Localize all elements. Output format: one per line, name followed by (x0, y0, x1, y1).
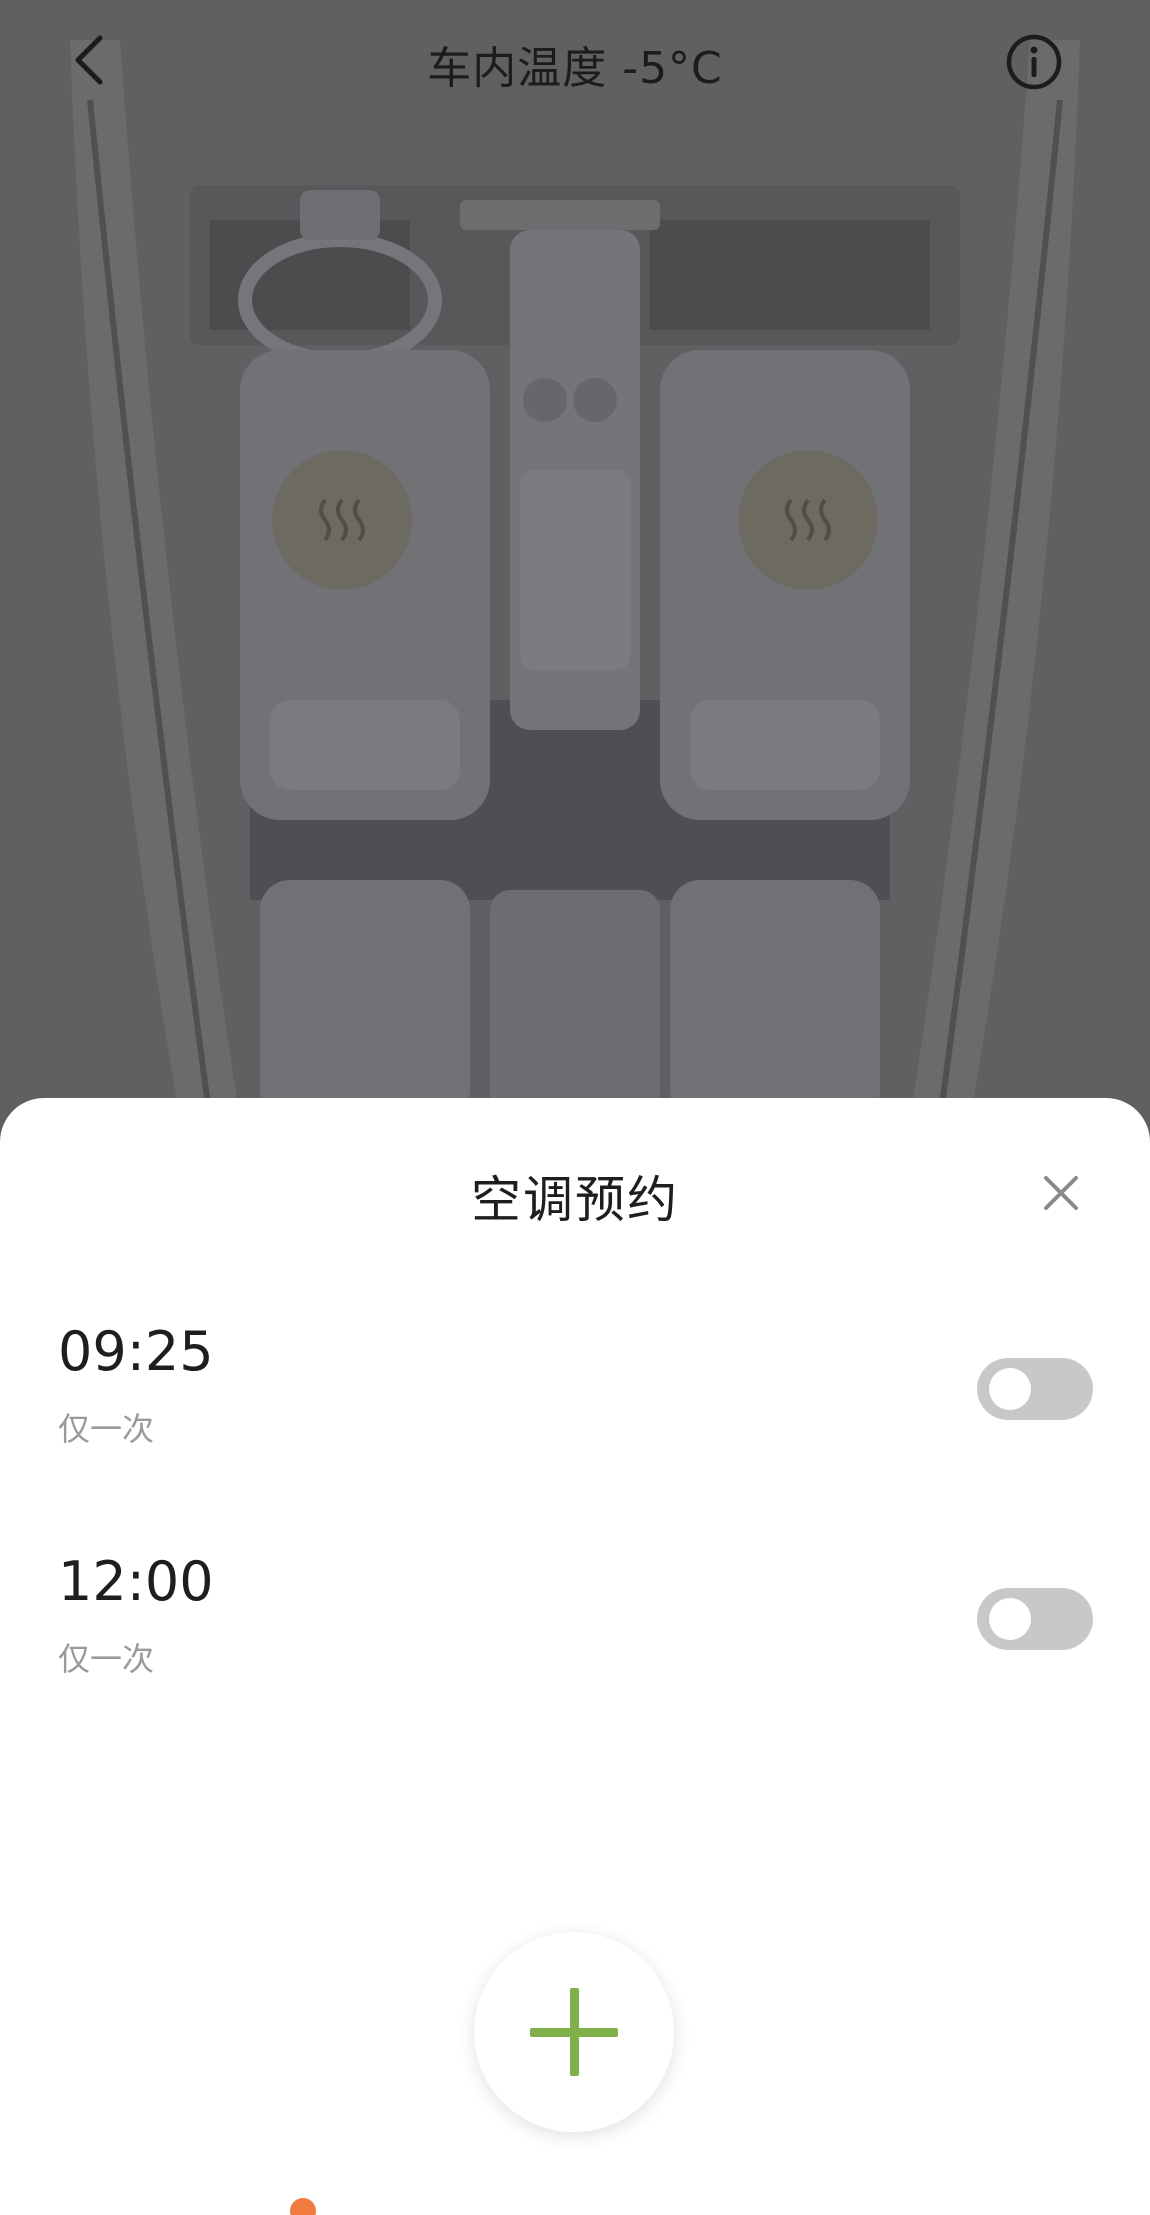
schedule-repeat: 仅一次 (58, 1640, 155, 1678)
seat-heat-right-button[interactable] (738, 450, 878, 590)
top-bar: 车内温度 -5°C (0, 0, 1150, 120)
page-title: 车内温度 -5°C (427, 43, 723, 94)
car-interior-image (0, 0, 1150, 1120)
schedule-item[interactable]: 09:25 仅一次 (0, 1320, 1150, 1480)
close-icon (1044, 1176, 1078, 1210)
car-interior-view (0, 0, 1150, 1120)
seat-heat-left-button[interactable] (272, 450, 412, 590)
schedule-time: 09:25 (58, 1320, 214, 1383)
schedule-toggle[interactable] (977, 1588, 1093, 1650)
close-button[interactable] (1036, 1168, 1086, 1218)
info-button[interactable] (1004, 32, 1064, 92)
sheet-title: 空调预约 (471, 1171, 679, 1229)
plus-icon-stroke (570, 1988, 579, 2076)
schedule-repeat: 仅一次 (58, 1410, 155, 1448)
toggle-knob (989, 1598, 1031, 1640)
seat-heat-icon (319, 498, 365, 542)
schedule-time: 12:00 (58, 1550, 214, 1613)
add-schedule-button[interactable] (474, 1932, 674, 2132)
schedule-item[interactable]: 12:00 仅一次 (0, 1550, 1150, 1710)
seat-heat-icon (785, 498, 831, 542)
schedule-toggle[interactable] (977, 1358, 1093, 1420)
info-icon (1006, 34, 1062, 90)
toggle-knob (989, 1368, 1031, 1410)
